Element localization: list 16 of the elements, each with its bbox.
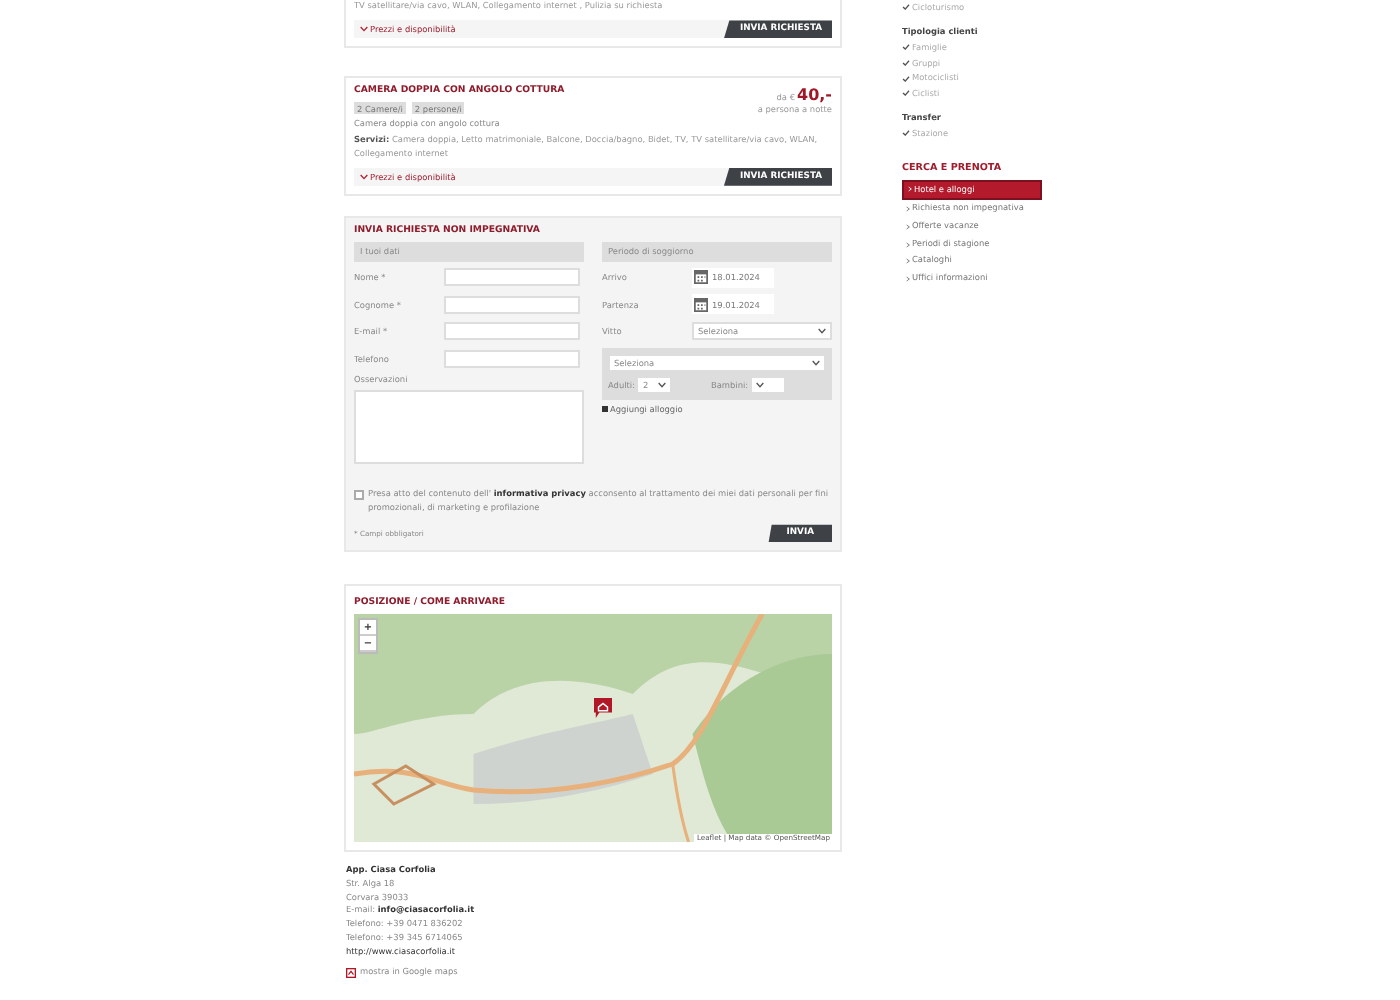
caret-icon bbox=[658, 381, 667, 388]
input-field[interactable] bbox=[444, 349, 580, 368]
map-marker-icon bbox=[594, 698, 612, 719]
caret-icon bbox=[818, 328, 826, 335]
room-price: 40,- bbox=[797, 86, 832, 105]
chevron-down-icon bbox=[360, 26, 368, 33]
caret-icon bbox=[812, 359, 820, 366]
privacy-checkbox[interactable] bbox=[354, 490, 364, 501]
notes-field[interactable] bbox=[354, 389, 584, 464]
input-field[interactable] bbox=[444, 322, 580, 341]
chevron-down-icon bbox=[360, 173, 368, 180]
input-field[interactable] bbox=[444, 295, 580, 314]
map-icon bbox=[346, 968, 356, 979]
caret-icon bbox=[756, 381, 765, 388]
input-field[interactable] bbox=[444, 268, 580, 287]
children-dropdown[interactable] bbox=[750, 375, 787, 394]
